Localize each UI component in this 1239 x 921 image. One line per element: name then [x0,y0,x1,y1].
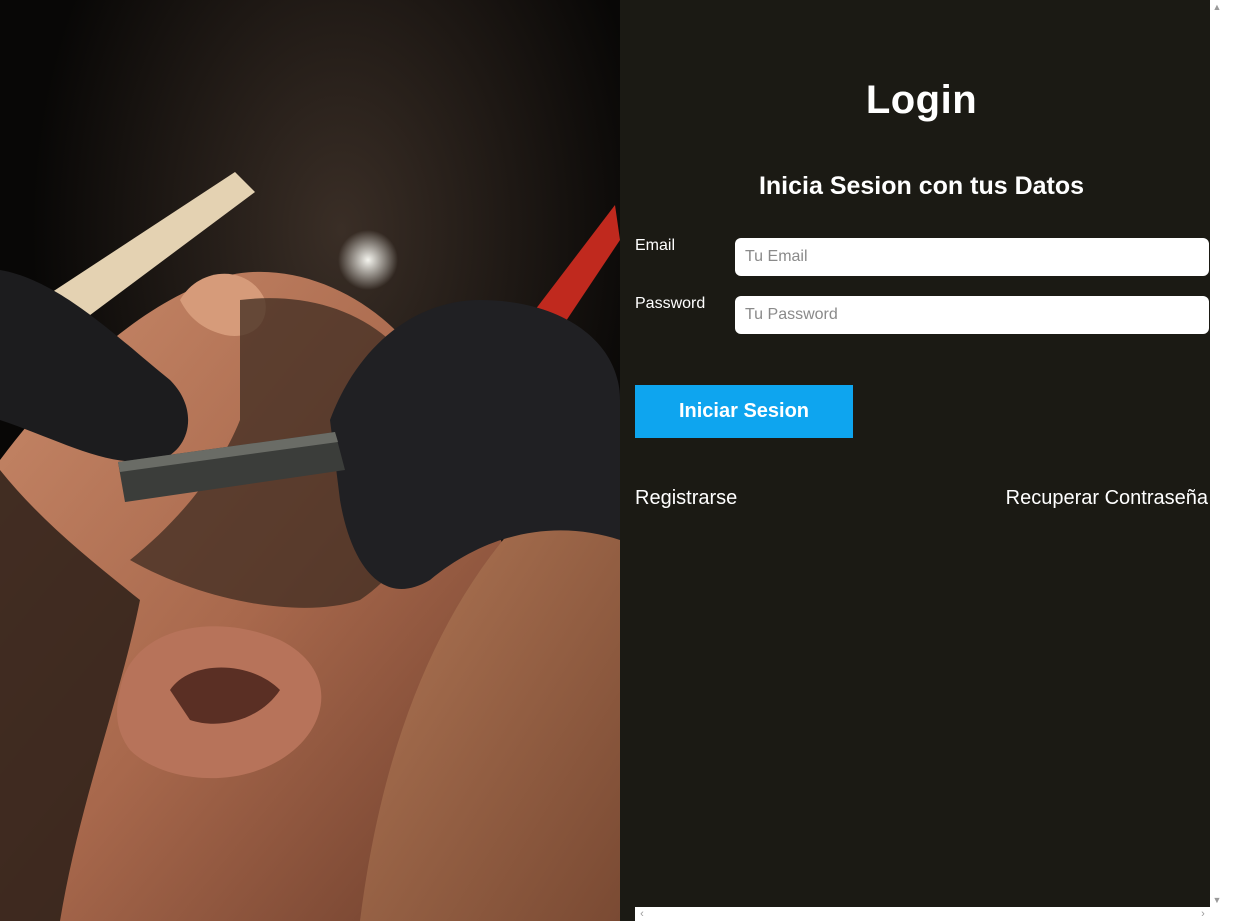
window-edge [1224,0,1239,921]
horizontal-scrollbar[interactable]: ‹ › [635,907,1210,921]
password-label: Password [635,295,706,312]
barber-shaving-photo [0,0,620,921]
email-field[interactable] [735,238,1209,276]
scroll-left-icon[interactable]: ‹ [635,907,649,921]
recover-password-link[interactable]: Recuperar Contraseña [1006,487,1208,510]
register-link[interactable]: Registrarse [635,487,737,510]
scroll-right-icon[interactable]: › [1196,907,1210,921]
login-submit-button[interactable]: Iniciar Sesion [635,385,853,438]
login-panel: Login Inicia Sesion con tus Datos Email … [620,0,1210,921]
password-field[interactable] [735,296,1209,334]
vertical-scrollbar[interactable]: ▲ ▼ [1210,0,1224,907]
login-page: Login Inicia Sesion con tus Datos Email … [0,0,1239,921]
scroll-up-icon[interactable]: ▲ [1210,0,1224,14]
login-subtitle: Inicia Sesion con tus Datos [758,172,1085,200]
page-title: Login [865,78,978,122]
scroll-down-icon[interactable]: ▼ [1210,893,1224,907]
email-label: Email [635,237,676,254]
